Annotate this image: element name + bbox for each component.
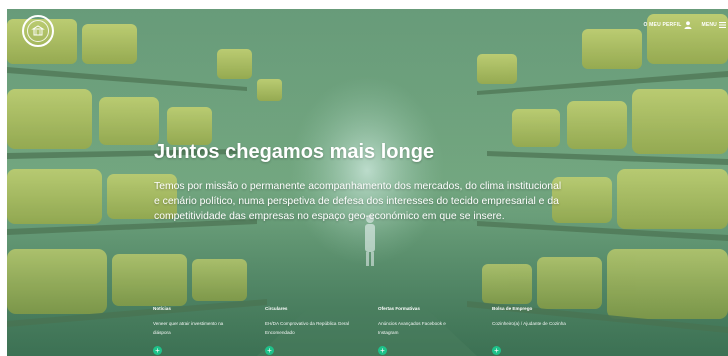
- profile-label: O MEU PERFIL: [643, 22, 682, 28]
- card-ofertas-formativas[interactable]: Ofertas Formativas Anúncios Avançados Fa…: [378, 306, 488, 355]
- card-text[interactable]: Cozinheiro(a) / Ajudante de Cozinha: [492, 319, 602, 328]
- card-text[interactable]: EH/DA Comprovativo da República Geral En…: [265, 319, 375, 337]
- hero-line: Temos por missão o permanente acompanham…: [154, 181, 562, 192]
- card-circulares[interactable]: Circulares EH/DA Comprovativo da Repúbli…: [265, 306, 375, 355]
- user-icon: [684, 21, 692, 29]
- hero-banner: O MEU PERFIL MENU Juntos chegamos mais l…: [7, 9, 728, 356]
- hero-line: e cenário político, numa perspetiva de d…: [154, 196, 559, 207]
- menu-button[interactable]: MENU: [701, 22, 726, 28]
- card-plus-button[interactable]: +: [265, 346, 274, 355]
- card-plus-button[interactable]: +: [153, 346, 162, 355]
- card-title: Circulares: [265, 306, 288, 311]
- hamburger-icon: [719, 22, 726, 28]
- card-plus-button[interactable]: +: [378, 346, 387, 355]
- logo[interactable]: [22, 15, 54, 47]
- hero-description: Temos por missão o permanente acompanham…: [154, 179, 561, 224]
- card-title: Notícias: [153, 306, 171, 311]
- card-plus-button[interactable]: +: [492, 346, 501, 355]
- profile-link[interactable]: O MEU PERFIL: [644, 21, 693, 29]
- hero-line: competitividade das empresas no espaço g…: [154, 211, 505, 222]
- circular-seal-logo-icon: [27, 20, 49, 42]
- hero-content: Juntos chegamos mais longe Temos por mis…: [154, 140, 561, 224]
- hero-title: Juntos chegamos mais longe: [154, 141, 435, 163]
- card-text[interactable]: Veneer quer atrair investimento na diásp…: [153, 319, 263, 337]
- menu-label: MENU: [701, 22, 717, 28]
- card-text[interactable]: Anúncios Avançados Facebook e Instagram: [378, 319, 488, 337]
- card-title: Bolsa de Emprego: [492, 306, 533, 311]
- card-noticias[interactable]: Notícias Veneer quer atrair investimento…: [153, 306, 263, 355]
- card-title: Ofertas Formativas: [378, 306, 420, 311]
- top-nav: O MEU PERFIL MENU: [644, 21, 726, 29]
- card-bolsa-de-emprego[interactable]: Bolsa de Emprego Cozinheiro(a) / Ajudant…: [492, 306, 602, 355]
